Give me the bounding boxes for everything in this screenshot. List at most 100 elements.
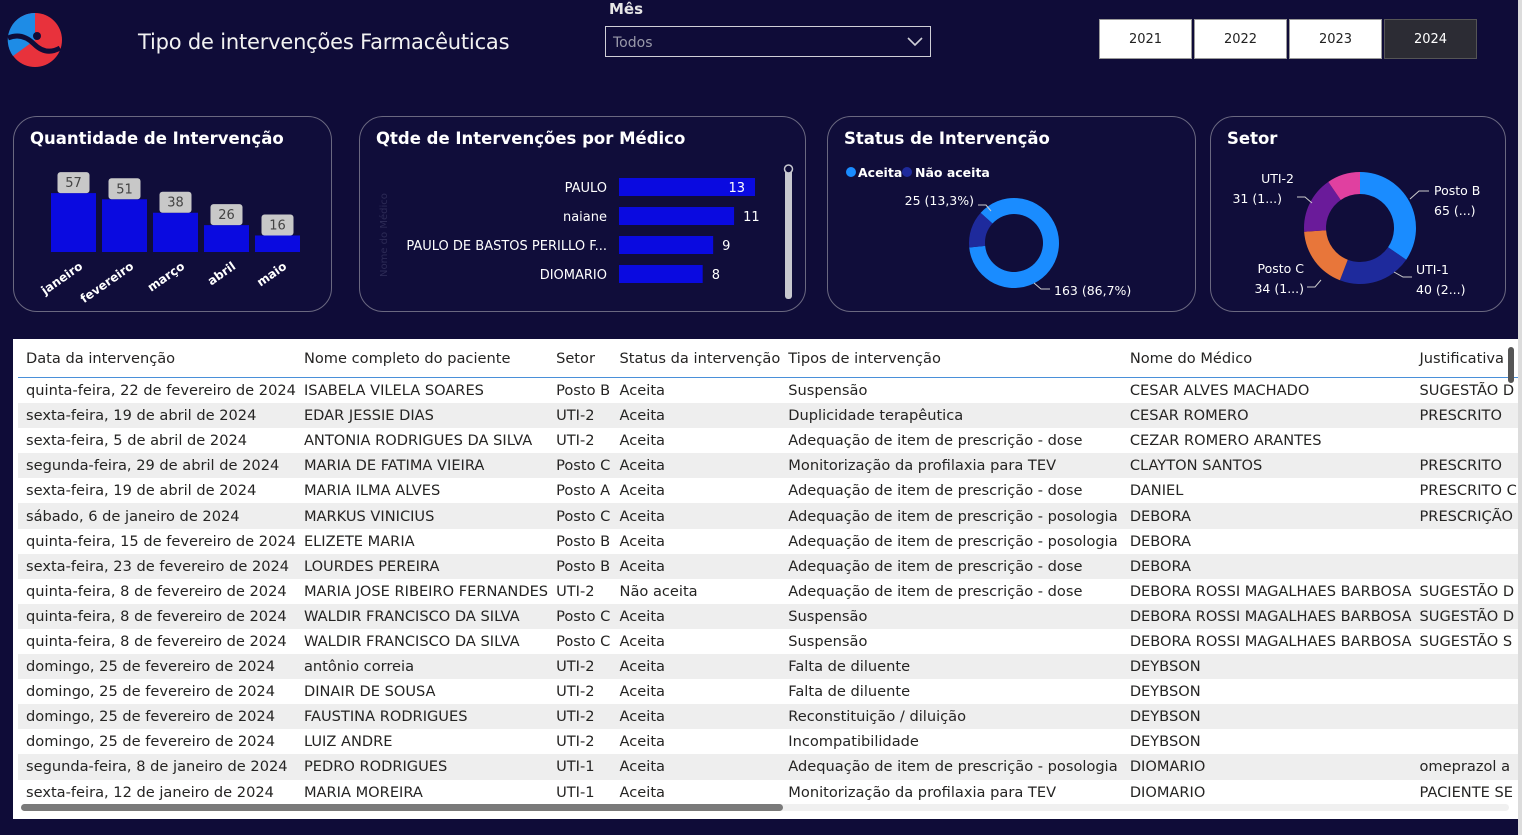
table-cell: Adequação de item de prescrição - dose — [788, 582, 1083, 600]
data-label: 25 (13,3%) — [905, 193, 974, 208]
table-row[interactable]: segunda-feira, 29 de abril de 2024 MARIA … — [18, 453, 1518, 479]
table-cell: Adequação de item de prescrição - posolo… — [788, 532, 1118, 550]
table-row[interactable]: quinta-feira, 8 de fevereiro de 2024 MARI… — [18, 579, 1518, 604]
table-cell: Adequação de item de prescrição - posolo… — [780, 754, 1122, 780]
year-button-2022[interactable]: 2022 — [1194, 19, 1287, 59]
scroll-handle[interactable] — [783, 164, 794, 174]
table-cell: UTI-2 — [556, 733, 595, 751]
table-cell: Posto B — [556, 532, 611, 550]
bar-4 — [619, 265, 703, 283]
card-intervencoes-medico[interactable]: Qtde de Intervenções por Médico Nome do … — [359, 116, 806, 312]
data-label: 51 — [116, 182, 133, 197]
table-horizontal-scrollbar[interactable] — [21, 804, 783, 811]
column-header[interactable]: Nome do Médico — [1121, 339, 1412, 378]
table-cell: quinta-feira, 22 de fevereiro de 2024 — [26, 382, 296, 400]
table-row[interactable]: quinta-feira, 22 de fevereiro de 2024 ISA… — [18, 378, 1518, 404]
table-cell: DEYBSON — [1129, 683, 1201, 701]
legend-marker — [902, 167, 912, 177]
chart-medico-bars[interactable]: Nome do Médico PAULO 13 naiane 11 PAULO DE B… — [360, 117, 807, 313]
table-cell — [1411, 553, 1518, 579]
table-row[interactable]: sexta-feira, 5 de abril de 2024 ANTONIA R… — [18, 428, 1518, 453]
table-cell: Aceita — [619, 432, 665, 450]
table-row[interactable]: quinta-feira, 8 de fevereiro de 2024 WALD… — [18, 629, 1518, 654]
table-cell: Suspensão — [780, 603, 1122, 629]
data-label: 34 (1...) — [1254, 281, 1304, 296]
table-row[interactable]: sexta-feira, 19 de abril de 2024 EDAR JES… — [18, 403, 1518, 429]
table-cell: Incompatibilidade — [788, 733, 919, 751]
leader-line — [1033, 282, 1050, 290]
table-cell: SUGESTÃO S — [1419, 632, 1513, 650]
table-row[interactable]: quinta-feira, 15 de fevereiro de 2024 ELI… — [18, 529, 1518, 554]
table-vertical-scrollbar[interactable] — [1508, 347, 1514, 383]
donut-slice-Posto C — [1304, 230, 1348, 281]
table-cell — [1412, 529, 1519, 554]
table-cell: DEBORA — [1121, 503, 1412, 529]
table-cell: Aceita — [611, 654, 781, 680]
page-title: Tipo de intervenções Farmacêuticas — [138, 30, 510, 54]
column-header[interactable]: Status da intervenção — [611, 339, 781, 378]
bar-março — [153, 212, 198, 252]
table-row[interactable]: domingo, 25 de fevereiro de 2024 DINAIR D… — [18, 679, 1518, 704]
table-row[interactable]: sexta-feira, 12 de janeiro de 2024 MARIA … — [18, 780, 1518, 805]
column-header[interactable]: Nome completo do paciente — [295, 339, 549, 378]
leader-line — [1297, 196, 1313, 204]
category-label: Posto B — [1434, 183, 1480, 198]
table-cell: SUGESTÃO D — [1419, 382, 1515, 400]
table-row[interactable]: sexta-feira, 19 de abril de 2024 MARIA IL… — [18, 478, 1518, 503]
category-label: UTI-1 — [1416, 262, 1449, 277]
column-header[interactable]: Setor — [548, 339, 612, 378]
table-cell: Aceita — [611, 503, 781, 529]
table-row[interactable]: domingo, 25 de fevereiro de 2024 antônio … — [18, 654, 1518, 680]
table-cell: DEBORA — [1129, 532, 1192, 550]
bar-janeiro — [51, 193, 96, 252]
table-row[interactable]: domingo, 25 de fevereiro de 2024 FAUSTINA… — [18, 704, 1518, 730]
table-cell: domingo, 25 de fevereiro de 2024 — [18, 704, 296, 730]
table-cell: DEYBSON — [1121, 654, 1412, 680]
table-cell: Suspensão — [788, 382, 868, 400]
table-cell: antônio correia — [295, 654, 549, 680]
table-cell: DEYBSON — [1129, 733, 1201, 751]
table-row[interactable]: sábado, 6 de janeiro de 2024 MARKUS VINIC… — [18, 503, 1518, 529]
table-cell: DEBORA ROSSI MAGALHAES BARBOSA — [1121, 603, 1412, 629]
interventions-table[interactable]: Data da intervenção Nome completo do paci… — [13, 339, 1518, 819]
category-label: Posto C — [1257, 261, 1304, 276]
table-cell: DANIEL — [1129, 482, 1184, 500]
column-header[interactable]: Tipos de intervenção — [780, 339, 1122, 378]
table-cell: Monitorização da profilaxia para TEV — [780, 453, 1122, 479]
card-status-intervencao[interactable]: Status de Intervenção Aceita Não aceita 25… — [827, 116, 1196, 312]
month-filter-dropdown[interactable]: Todos — [605, 26, 931, 57]
chart-quantidade-bars[interactable]: 57 janeiro 51 fevereiro 38 março 26 abril 16 maio — [14, 117, 333, 313]
x-tick-label: março — [145, 259, 187, 294]
table-cell: Posto A — [556, 482, 611, 500]
table-cell: PACIENTE SE — [1419, 783, 1513, 801]
window-edge — [1518, 0, 1522, 835]
card-setor[interactable]: Setor Posto B 65 (...) UTI-1 40 (2...) Posto… — [1210, 116, 1506, 312]
table-cell: CEZAR ROMERO ARANTES — [1129, 432, 1322, 450]
legend-label: Aceita — [858, 165, 902, 180]
table-cell: Aceita — [611, 553, 781, 579]
vertical-scrollbar[interactable] — [785, 167, 792, 299]
chart-status-donut[interactable]: Aceita Não aceita 25 (13,3%) 163 (86,7%) — [828, 117, 1197, 313]
legend-marker — [846, 167, 856, 177]
table: Data da intervenção Nome completo do paci… — [18, 339, 1518, 805]
table-row[interactable]: domingo, 25 de fevereiro de 2024 LUIZ AND… — [18, 729, 1518, 754]
y-tick-label: DIOMARIO — [540, 268, 607, 283]
column-header[interactable]: Data da intervenção — [18, 339, 296, 378]
bar-2 — [619, 207, 735, 225]
table-cell: MARIA MOREIRA — [303, 783, 423, 801]
column-header[interactable]: Justificativa — [1411, 339, 1518, 378]
year-button-2021[interactable]: 2021 — [1099, 19, 1192, 59]
table-row[interactable]: segunda-feira, 8 de janeiro de 2024 PEDRO… — [18, 754, 1518, 780]
chart-setor-donut[interactable]: Posto B 65 (...) UTI-1 40 (2...) Posto C 34 (… — [1211, 117, 1507, 313]
table-cell — [1412, 679, 1519, 704]
table-cell: Posto B — [548, 553, 612, 579]
year-button-2024[interactable]: 2024 — [1384, 19, 1477, 59]
table-cell: UTI-2 — [556, 683, 595, 701]
table-row[interactable]: sexta-feira, 23 de fevereiro de 2024 LOUR… — [18, 553, 1518, 579]
table-row[interactable]: quinta-feira, 8 de fevereiro de 2024 WALD… — [18, 603, 1518, 629]
year-button-2023[interactable]: 2023 — [1289, 19, 1382, 59]
card-quantidade-intervencao[interactable]: Quantidade de Intervenção 57 janeiro 51 fev… — [13, 116, 332, 312]
x-tick-label: abril — [205, 259, 238, 288]
table-cell: omeprazol a — [1411, 754, 1518, 780]
table-cell: CLAYTON SANTOS — [1121, 453, 1412, 479]
